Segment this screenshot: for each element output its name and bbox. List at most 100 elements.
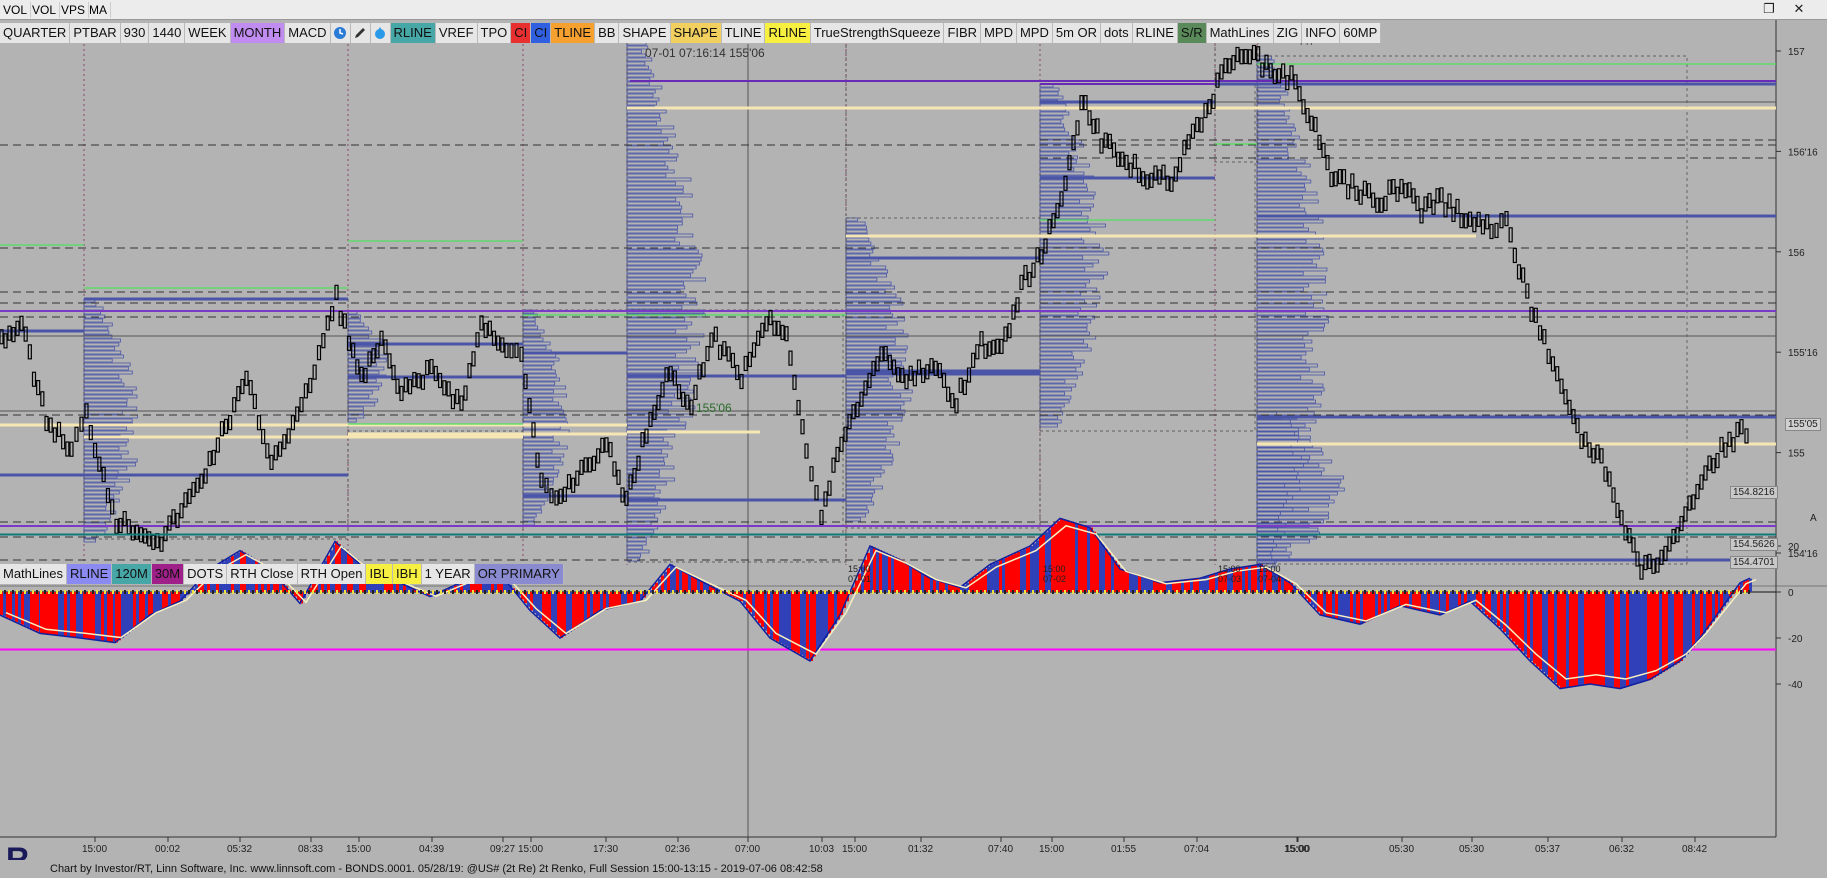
- osc-zero-dot: [392, 590, 394, 594]
- osc-zero-dot: [1340, 590, 1342, 594]
- osc-zero-dot: [1620, 590, 1622, 594]
- osc-zero-dot: [424, 590, 426, 594]
- osc-zero-dot: [48, 590, 50, 594]
- study-or-primary-button[interactable]: OR PRIMARY: [474, 564, 564, 584]
- osc-zero-dot: [176, 590, 178, 594]
- time-axis-label: 07:00: [735, 844, 760, 855]
- toolbar-rline-button[interactable]: RLINE: [390, 23, 436, 43]
- toolbar-930-button[interactable]: 930: [120, 23, 150, 43]
- study-rth-open-button[interactable]: RTH Open: [297, 564, 367, 584]
- toolbar-rline-button[interactable]: RLINE: [765, 23, 811, 43]
- osc-zero-dot: [1548, 590, 1550, 594]
- toolbar-info-button[interactable]: INFO: [1302, 23, 1341, 43]
- osc-zero-dot: [1112, 590, 1114, 594]
- toolbar-fibr-button[interactable]: FIBR: [944, 23, 982, 43]
- toolbar-month-button[interactable]: MONTH: [230, 23, 286, 43]
- osc-zero-dot: [1552, 590, 1554, 594]
- osc-zero-dot: [272, 590, 274, 594]
- osc-zero-dot: [1172, 590, 1174, 594]
- toolbar-tline-button[interactable]: TLINE: [551, 23, 596, 43]
- osc-histogram-bar: [1500, 592, 1503, 629]
- toolbar-mpd-button[interactable]: MPD: [1016, 23, 1053, 43]
- toolbar-ptbar-button[interactable]: PTBAR: [70, 23, 121, 43]
- toolbar-60mp-button[interactable]: 60MP: [1340, 23, 1382, 43]
- osc-histogram-bar: [104, 592, 107, 642]
- study-rth-close-button[interactable]: RTH Close: [227, 564, 298, 584]
- osc-histogram-bar: [1482, 592, 1485, 613]
- osc-histogram-bar: [1599, 592, 1602, 686]
- toolbar-ci-button[interactable]: CI: [531, 23, 552, 43]
- toolbar-tpo-button[interactable]: TPO: [477, 23, 512, 43]
- osc-histogram-bar: [1452, 592, 1455, 610]
- osc-zero-dot: [1012, 590, 1014, 594]
- osc-zero-dot: [964, 590, 966, 594]
- study-mathlines-button[interactable]: MathLines: [0, 564, 67, 584]
- osc-zero-dot: [1072, 590, 1074, 594]
- osc-zero-dot: [580, 590, 582, 594]
- osc-histogram-bar: [1096, 535, 1099, 592]
- osc-histogram-bar: [912, 567, 915, 592]
- tab-vol-2[interactable]: VOL: [29, 2, 61, 18]
- toolbar-vref-button[interactable]: VREF: [435, 23, 478, 43]
- toolbar-mathlines-button[interactable]: MathLines: [1206, 23, 1274, 43]
- osc-zero-dot: [72, 590, 74, 594]
- osc-histogram-bar: [73, 592, 76, 638]
- study-ibh-button[interactable]: IBH: [393, 564, 422, 584]
- toolbar-shape-button[interactable]: SHAPE: [619, 23, 671, 43]
- close-window-icon[interactable]: ✕: [1790, 2, 1808, 18]
- osc-zero-dot: [636, 590, 638, 594]
- toolbar-week-button[interactable]: WEEK: [185, 23, 231, 43]
- study-1-year-button[interactable]: 1 YEAR: [421, 564, 475, 584]
- clock-icon[interactable]: [330, 23, 351, 43]
- toolbar-shape-button[interactable]: SHAPE: [670, 23, 722, 43]
- tab-vol-1[interactable]: VOL: [0, 2, 32, 18]
- study-120m-button[interactable]: 120M: [112, 564, 152, 584]
- osc-histogram-bar: [981, 571, 984, 592]
- chart-area[interactable]: 157 156'16 156 155'16 155 154'16 07-01 07:16:1…: [0, 20, 1827, 858]
- toolbar-bb-button[interactable]: BB: [595, 23, 620, 43]
- toolbar-rline-button[interactable]: RLINE: [1132, 23, 1178, 43]
- osc-histogram-bar: [918, 570, 921, 592]
- osc-zero-dot: [520, 590, 522, 594]
- toolbar-5m-or-button[interactable]: 5m OR: [1052, 23, 1102, 43]
- osc-zero-dot: [136, 590, 138, 594]
- study-30m-button[interactable]: 30M: [151, 564, 185, 584]
- toolbar-ci-button[interactable]: CI: [511, 23, 532, 43]
- tab-vps[interactable]: VPS: [58, 2, 90, 18]
- toolbar-quarter-button[interactable]: QUARTER: [0, 23, 71, 43]
- study-ibl-button[interactable]: IBL: [366, 564, 393, 584]
- osc-zero-dot: [480, 590, 482, 594]
- osc-histogram-bar: [1611, 592, 1614, 688]
- toolbar-zig-button[interactable]: ZIG: [1273, 23, 1303, 43]
- osc-zero-dot: [1008, 590, 1010, 594]
- tab-ma[interactable]: MA: [86, 2, 111, 18]
- osc-histogram-bar: [1081, 524, 1084, 592]
- restore-window-icon[interactable]: ❐: [1760, 2, 1778, 18]
- toolbar-dots-button[interactable]: dots: [1101, 23, 1133, 43]
- toolbar-s-r-button[interactable]: S/R: [1177, 23, 1207, 43]
- osc-zero-dot: [536, 590, 538, 594]
- price-chart-svg[interactable]: 157156'16156155'16155154'1607-01 07:16:1…: [0, 20, 1827, 858]
- toolbar-mpd-button[interactable]: MPD: [981, 23, 1017, 43]
- osc-zero-dot: [1528, 590, 1530, 594]
- osc-zero-dot: [244, 590, 246, 594]
- toolbar-macd-button[interactable]: MACD: [285, 23, 331, 43]
- osc-zero-dot: [452, 590, 454, 594]
- osc-zero-dot: [936, 590, 938, 594]
- study-dots-button[interactable]: DOTS: [184, 564, 228, 584]
- osc-histogram-bar: [813, 592, 816, 657]
- osc-zero-dot: [1272, 590, 1274, 594]
- price-axis-label: 155'16: [1788, 348, 1818, 359]
- osc-zero-dot: [1224, 590, 1226, 594]
- osc-zero-dot: [1056, 590, 1058, 594]
- pencil-icon[interactable]: [350, 23, 371, 43]
- osc-zero-dot: [228, 590, 230, 594]
- osc-histogram-bar: [1668, 592, 1671, 669]
- toolbar-tline-button[interactable]: TLINE: [721, 23, 766, 43]
- osc-histogram-bar: [142, 592, 145, 622]
- drop-icon[interactable]: [370, 23, 391, 43]
- toolbar-truestrengthsqueeze-button[interactable]: TrueStrengthSqueeze: [810, 23, 945, 43]
- osc-zero-dot: [944, 590, 946, 594]
- study-rline-button[interactable]: RLINE: [66, 564, 113, 584]
- toolbar-1440-button[interactable]: 1440: [149, 23, 186, 43]
